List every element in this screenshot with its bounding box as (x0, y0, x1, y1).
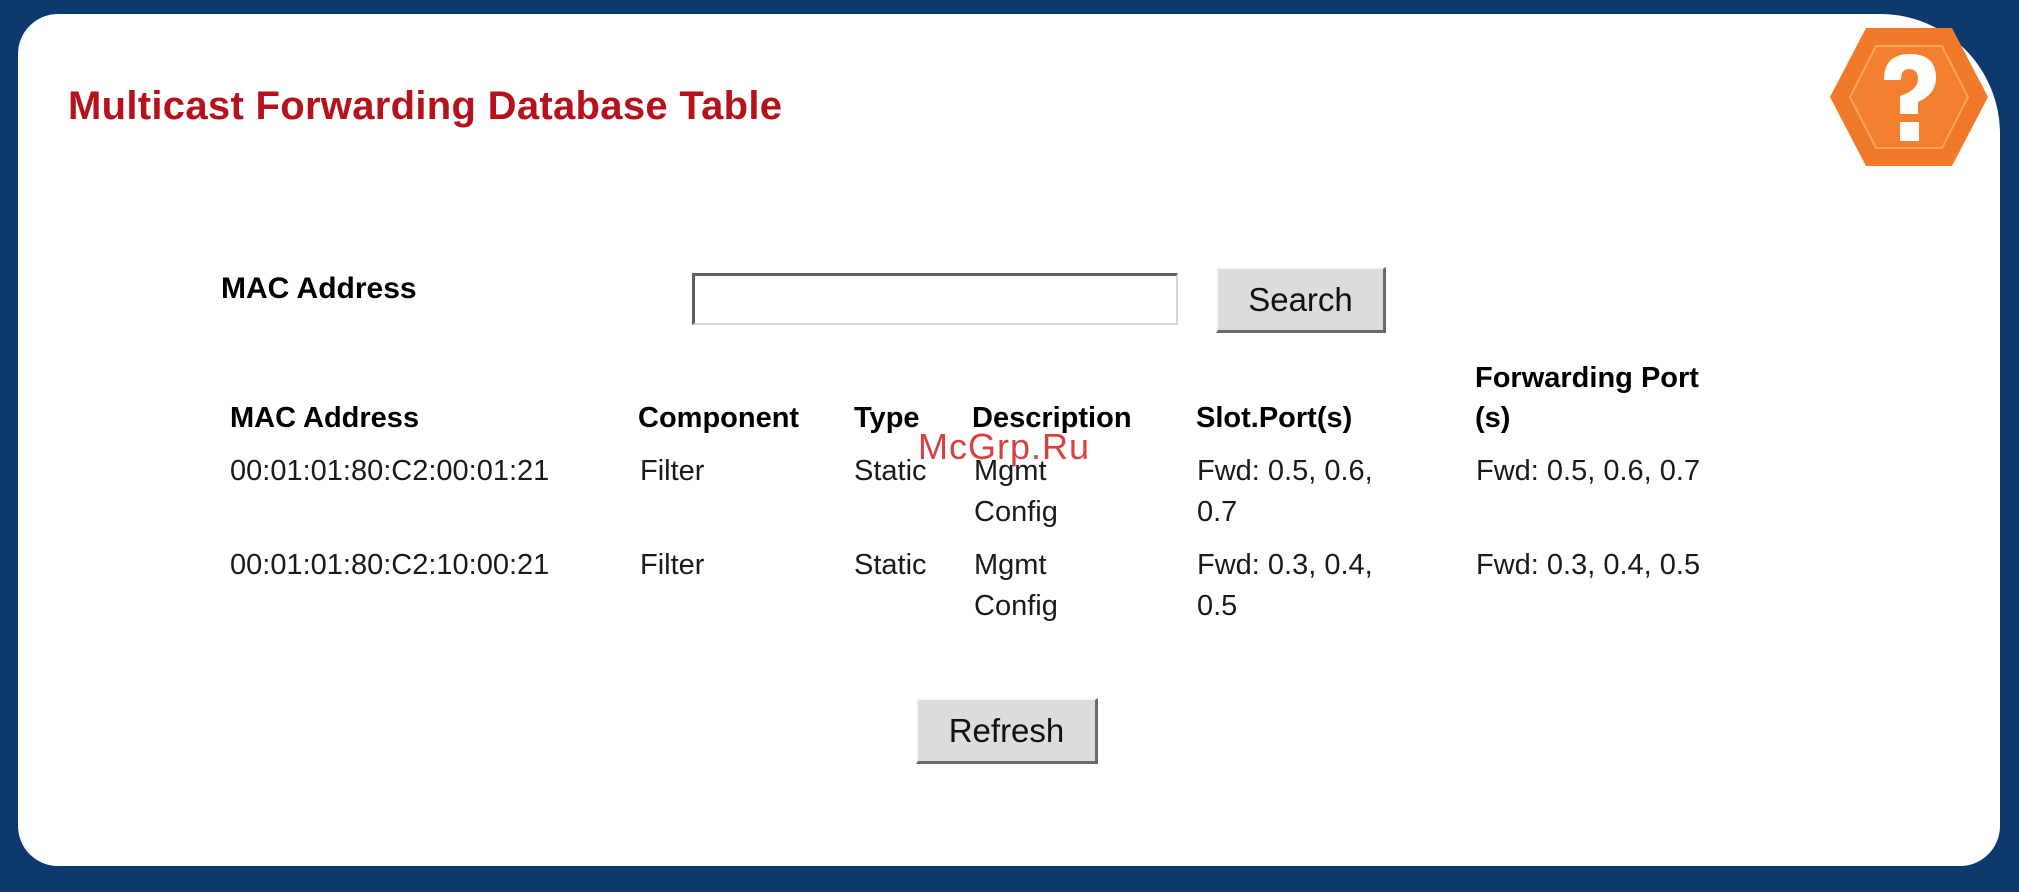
table-row-1-description-cont: Config (974, 496, 1058, 528)
table-row-2-type: Static (854, 549, 927, 581)
column-header-component: Component (638, 402, 800, 434)
table-row-2-slot-ports-cont: 0.5 (1197, 590, 1238, 622)
page-title: Multicast Forwarding Database Table (68, 84, 783, 128)
table-row-1-slot-ports-cont: 0.7 (1197, 496, 1238, 528)
watermark-text: McGrp.Ru (918, 426, 1091, 467)
table-row-1-type: Static (854, 455, 927, 487)
table-row-2-slot-ports: Fwd: 0.3, 0.4, (1197, 549, 1373, 581)
mac-address-search-input[interactable] (692, 273, 1178, 325)
table-row-2-mac: 00:01:01:80:C2:10:00:21 (230, 549, 550, 581)
column-header-slot-ports: Slot.Port(s) (1196, 402, 1353, 434)
column-header-forwarding-port: Forwarding Port (1475, 362, 1699, 394)
help-question-icon[interactable] (1826, 22, 1992, 172)
table-row-1-component: Filter (640, 455, 705, 487)
table-row-1-forwarding-port: Fwd: 0.5, 0.6, 0.7 (1476, 455, 1701, 487)
table-row-2-description: Mgmt (974, 549, 1047, 581)
column-header-type: Type (854, 402, 920, 434)
column-header-forwarding-port-suffix: (s) (1475, 402, 1511, 434)
window-frame: Multicast Forwarding Database Table MAC … (0, 0, 2019, 892)
table-row-2-description-cont: Config (974, 590, 1058, 622)
column-header-mac-address: MAC Address (230, 402, 420, 434)
table-row-1-mac: 00:01:01:80:C2:00:01:21 (230, 455, 550, 487)
refresh-button[interactable]: Refresh (916, 698, 1098, 764)
search-button[interactable]: Search (1216, 267, 1386, 333)
mac-address-search-label: MAC Address (221, 272, 417, 305)
table-row-2-forwarding-port: Fwd: 0.3, 0.4, 0.5 (1476, 549, 1701, 581)
table-row-1-slot-ports: Fwd: 0.5, 0.6, (1197, 455, 1373, 487)
table-row-2-component: Filter (640, 549, 705, 581)
